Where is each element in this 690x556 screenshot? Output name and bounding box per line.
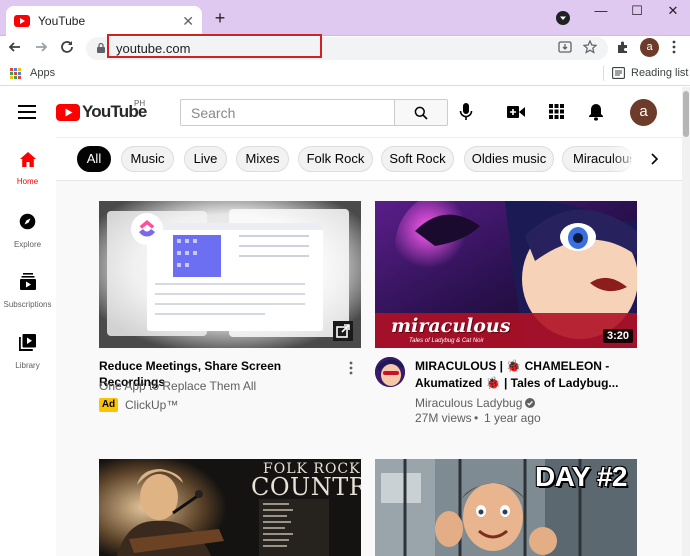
sidebar-label-library: Library xyxy=(15,361,40,370)
clickup-logo-icon xyxy=(137,220,157,238)
reload-button[interactable] xyxy=(57,37,77,57)
browser-menu-kebab-icon[interactable] xyxy=(672,40,676,54)
video-more-kebab-icon[interactable] xyxy=(349,361,353,375)
subscriptions-icon xyxy=(19,273,36,290)
chips-fade xyxy=(610,140,640,178)
reading-list-icon[interactable] xyxy=(612,67,625,79)
video-title-miraculous-line1[interactable]: MIRACULOUS | 🐞 CHAMELEON - xyxy=(415,358,635,374)
back-button[interactable] xyxy=(5,37,25,57)
bookmarks-divider xyxy=(603,66,604,81)
library-icon xyxy=(19,334,36,351)
sidebar-item-library[interactable]: Library xyxy=(0,334,55,370)
sidebar-label-home: Home xyxy=(16,177,39,186)
url-text[interactable]: youtube.com xyxy=(116,41,190,56)
miraculous-logo-text: miraculous xyxy=(391,315,511,337)
region-code: PH xyxy=(134,99,146,108)
youtube-favicon-icon xyxy=(14,15,30,27)
extensions-puzzle-icon[interactable] xyxy=(616,40,630,54)
maximize-window-button[interactable]: ☐ xyxy=(626,3,648,19)
close-tab-icon[interactable]: ✕ xyxy=(182,13,194,30)
lock-icon[interactable] xyxy=(96,42,106,53)
forward-button[interactable] xyxy=(31,37,51,57)
search-input[interactable] xyxy=(181,100,381,125)
new-tab-button[interactable]: + xyxy=(210,8,230,28)
chip-all[interactable]: All xyxy=(77,146,111,172)
video-views-miraculous: 27M views xyxy=(415,411,472,425)
video-duration: 3:20 xyxy=(603,329,634,343)
video-thumbnail-folk-rock[interactable]: FOLK ROCK COUNTRY xyxy=(99,459,361,556)
chips-next-chevron-icon[interactable] xyxy=(650,153,658,165)
chip-soft-rock[interactable]: Soft Rock xyxy=(381,146,454,172)
apps-bookmark[interactable]: Apps xyxy=(30,67,55,79)
sidebar-item-home[interactable]: Home xyxy=(0,152,55,186)
sidebar-item-explore[interactable]: Explore xyxy=(0,213,55,249)
create-video-icon[interactable] xyxy=(507,105,525,119)
search-button[interactable] xyxy=(394,99,448,126)
video-subtitle-clickup: One App to Replace Them All xyxy=(99,379,257,393)
sidebar-item-subscriptions[interactable]: Subscriptions xyxy=(0,273,55,309)
page-scrollbar[interactable] xyxy=(682,87,690,556)
chip-mixes[interactable]: Mixes xyxy=(236,146,289,172)
home-icon xyxy=(19,152,36,167)
search-box xyxy=(180,99,394,126)
apps-grid-icon[interactable] xyxy=(10,68,21,79)
video-thumbnail-clickup[interactable] xyxy=(99,201,361,348)
external-link-icon[interactable] xyxy=(333,321,353,341)
youtube-logo[interactable]: YouTube xyxy=(56,102,147,122)
advertiser-name[interactable]: ClickUp™ xyxy=(125,397,178,413)
minimize-window-button[interactable]: — xyxy=(590,3,612,19)
video-thumbnail-day-2[interactable]: DAY #2 xyxy=(375,459,637,556)
bookmarks-bar xyxy=(0,62,690,86)
install-app-icon[interactable] xyxy=(558,40,572,54)
sidebar-label-subscriptions: Subscriptions xyxy=(3,300,52,309)
ad-badge: Ad xyxy=(99,398,118,412)
sidebar-label-explore: Explore xyxy=(13,240,42,249)
meta-separator: • xyxy=(474,411,479,425)
browser-tab-youtube[interactable]: YouTube ✕ xyxy=(6,6,202,36)
verified-check-icon xyxy=(525,398,535,408)
channel-name-miraculous[interactable]: Miraculous Ladybug xyxy=(415,395,522,411)
page-scrollbar-thumb[interactable] xyxy=(683,91,689,137)
thumb-text-country: COUNTRY xyxy=(251,473,361,501)
microphone-icon[interactable] xyxy=(459,102,473,122)
compass-icon xyxy=(19,213,36,230)
search-icon xyxy=(414,106,428,120)
notifications-bell-icon[interactable] xyxy=(588,103,604,121)
video-title-miraculous-line2[interactable]: Akumatized 🐞 | Tales of Ladybug... xyxy=(415,375,635,391)
youtube-play-logo-icon xyxy=(56,103,80,121)
reading-list-button[interactable]: Reading list xyxy=(631,67,688,79)
thumb-text-day-2: DAY #2 xyxy=(535,461,627,492)
video-age-miraculous: 1 year ago xyxy=(484,411,541,425)
chip-oldies-music[interactable]: Oldies music xyxy=(464,146,554,172)
browser-profile-avatar[interactable]: a xyxy=(640,38,659,57)
miraculous-tagline: Tales of Ladybug & Cat Noir xyxy=(409,338,484,344)
channel-avatar-miraculous[interactable] xyxy=(375,357,405,387)
tab-title: YouTube xyxy=(38,14,86,28)
hamburger-menu-icon[interactable] xyxy=(18,105,36,119)
chip-live[interactable]: Live xyxy=(184,146,227,172)
close-window-button[interactable]: ✕ xyxy=(662,3,684,19)
apps-grid-youtube-icon[interactable] xyxy=(549,104,564,119)
chip-music[interactable]: Music xyxy=(121,146,174,172)
user-avatar[interactable]: a xyxy=(630,99,657,126)
bookmark-star-icon[interactable] xyxy=(583,40,597,54)
chip-folk-rock[interactable]: Folk Rock xyxy=(298,146,373,172)
video-thumbnail-miraculous[interactable]: miraculous Tales of Ladybug & Cat Noir 3… xyxy=(375,201,637,348)
profile-menu-icon[interactable] xyxy=(556,11,570,25)
